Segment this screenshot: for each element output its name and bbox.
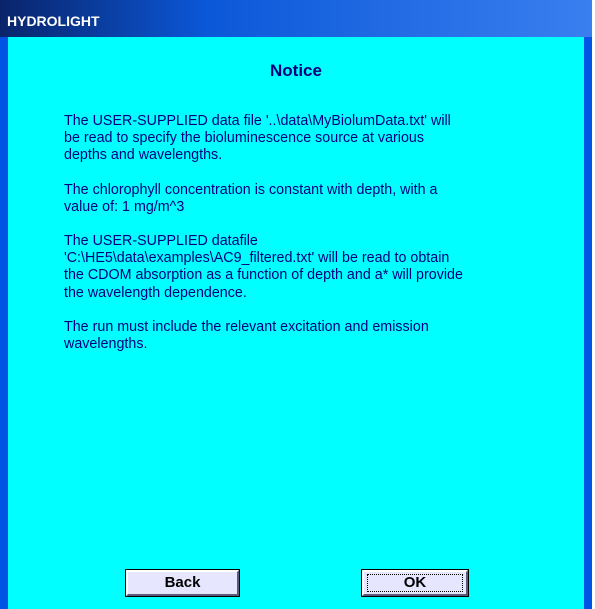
- dialog-window: HYDROLIGHT Notice The USER-SUPPLIED data…: [0, 0, 592, 609]
- back-button[interactable]: Back: [125, 569, 240, 597]
- ok-button[interactable]: OK: [361, 569, 469, 597]
- notice-heading: Notice: [270, 61, 322, 80]
- notice-paragraph-cdom: The USER-SUPPLIED datafile 'C:\HE5\data\…: [64, 233, 463, 301]
- window-title: HYDROLIGHT: [7, 13, 100, 29]
- dialog-content: Notice The USER-SUPPLIED data file '..\d…: [8, 37, 584, 609]
- notice-body: The USER-SUPPLIED data file '..\data\MyB…: [64, 113, 534, 370]
- notice-paragraph-chlorophyll: The chlorophyll concentration is constan…: [64, 181, 438, 215]
- notice-paragraph-biolum: The USER-SUPPLIED data file '..\data\MyB…: [64, 113, 451, 164]
- notice-paragraph-wavelengths: The run must include the relevant excita…: [64, 318, 429, 353]
- title-bar[interactable]: HYDROLIGHT: [0, 0, 592, 37]
- ok-button-label: OK: [403, 574, 427, 591]
- back-button-label: Back: [164, 574, 201, 591]
